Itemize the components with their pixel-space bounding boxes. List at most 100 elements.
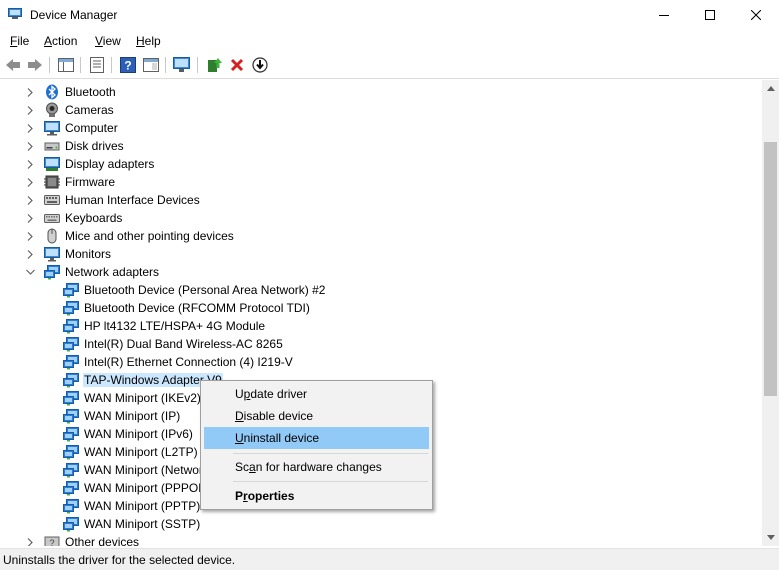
expand-chevron-icon[interactable]	[25, 213, 35, 223]
tree-category-network-adapters[interactable]: Network adapters	[25, 263, 160, 281]
toolbar-separator	[80, 57, 81, 73]
monitor-icon	[44, 246, 60, 262]
tree-device-wan-miniport-pppoe[interactable]: WAN Miniport (PPPOE)	[63, 479, 211, 497]
expand-chevron-icon[interactable]	[25, 195, 35, 205]
tree-item-label: Other devices	[65, 535, 140, 546]
expand-chevron-icon[interactable]	[25, 87, 35, 97]
expand-chevron-icon[interactable]	[25, 141, 35, 151]
tree-category-keyboards[interactable]: Keyboards	[25, 209, 123, 227]
tree-category-firmware[interactable]: Firmware	[25, 173, 116, 191]
scrollbar-thumb[interactable]	[764, 142, 777, 396]
tree-item-label: Network adapters	[65, 265, 160, 279]
toolbar-separator	[111, 57, 112, 73]
tree-category-computer[interactable]: Computer	[25, 119, 119, 137]
tree-item-label: Monitors	[65, 247, 112, 261]
context-uninstall-device-hotkey: U	[235, 431, 244, 445]
menu-view[interactable]: View	[95, 33, 121, 49]
context-menu-separator	[233, 453, 428, 454]
tree-device-wan-miniport-ipv6[interactable]: WAN Miniport (IPv6)	[63, 425, 194, 443]
maximize-button[interactable]	[687, 0, 733, 30]
context-menu: Up date driver Disable device Uninstall d…	[200, 380, 433, 510]
close-button[interactable]	[733, 0, 779, 30]
display-adapter-icon	[44, 156, 60, 172]
tree-category-bluetooth[interactable]: Bluetooth	[25, 83, 117, 101]
context-disable-device-hotkey: D	[235, 409, 244, 423]
tree-item-label: WAN Miniport (IPv6)	[84, 427, 193, 441]
status-bar: Uninstalls the driver for the selected d…	[0, 548, 779, 570]
show-hide-console-tree-icon[interactable]	[56, 55, 76, 75]
expand-chevron-icon[interactable]	[25, 123, 35, 133]
mouse-icon	[44, 228, 60, 244]
scroll-up-arrow-icon[interactable]	[762, 80, 779, 97]
disable-device-icon[interactable]	[250, 55, 270, 75]
tree-device-bluetooth-device-personal-area-network-2[interactable]: Bluetooth Device (Personal Area Network)…	[63, 281, 326, 299]
network-adapter-icon	[63, 444, 79, 460]
menu-action-hotkey: A	[44, 34, 53, 48]
tree-device-bluetooth-device-rfcomm-protocol-tdi[interactable]: Bluetooth Device (RFCOMM Protocol TDI)	[63, 299, 311, 317]
forward-arrow-icon[interactable]	[25, 55, 45, 75]
tree-item-label: Firmware	[65, 175, 115, 189]
back-arrow-icon[interactable]	[3, 55, 23, 75]
menu-action[interactable]: Action	[44, 33, 77, 49]
menu-file[interactable]: File	[10, 33, 29, 49]
action-pane-icon[interactable]	[141, 55, 161, 75]
tree-device-wan-miniport-ip[interactable]: WAN Miniport (IP)	[63, 407, 181, 425]
update-driver-icon[interactable]	[204, 55, 224, 75]
tree-device-intel-r-ethernet-connection-4-i219-v[interactable]: Intel(R) Ethernet Connection (4) I219-V	[63, 353, 294, 371]
keyboard-icon	[44, 210, 60, 226]
expand-chevron-icon[interactable]	[25, 249, 35, 259]
title-bar[interactable]: Device Manager	[0, 0, 779, 30]
tree-item-label: Bluetooth Device (Personal Area Network)…	[84, 283, 326, 297]
properties-sheet-icon[interactable]	[87, 55, 107, 75]
vertical-scrollbar[interactable]	[762, 80, 779, 546]
help-icon[interactable]: ?	[118, 55, 138, 75]
camera-icon	[44, 102, 60, 118]
tree-item-label: Mice and other pointing devices	[65, 229, 234, 243]
expand-chevron-icon[interactable]	[25, 231, 35, 241]
tree-device-wan-miniport-l2tp[interactable]: WAN Miniport (L2TP)	[63, 443, 199, 461]
tree-item-label: Keyboards	[65, 211, 123, 225]
tree-category-disk-drives[interactable]: Disk drives	[25, 137, 125, 155]
minimize-button[interactable]	[641, 0, 687, 30]
expand-chevron-icon[interactable]	[25, 159, 35, 169]
tree-category-other-devices[interactable]: ? Other devices	[25, 533, 140, 546]
tree-category-cameras[interactable]: Cameras	[25, 101, 115, 119]
scan-hardware-icon[interactable]	[172, 55, 192, 75]
context-scan-hardware-hotkey: a	[249, 460, 256, 474]
context-update-driver[interactable]: Up date driver	[204, 383, 429, 405]
context-properties[interactable]: Pr operties	[204, 485, 429, 507]
firmware-icon	[44, 174, 60, 190]
tree-device-tap-windows-adapter-v9[interactable]: TAP-Windows Adapter V9	[63, 371, 223, 389]
tree-category-human-interface-devices[interactable]: Human Interface Devices	[25, 191, 201, 209]
tree-category-mice-and-other-pointing-devices[interactable]: Mice and other pointing devices	[25, 227, 235, 245]
context-scan-hardware-label: Sc	[235, 460, 250, 474]
tree-device-intel-r-dual-band-wireless-ac-8265[interactable]: Intel(R) Dual Band Wireless-AC 8265	[63, 335, 284, 353]
context-disable-device[interactable]: Disable device	[204, 405, 429, 427]
network-adapter-icon	[63, 300, 79, 316]
tree-category-monitors[interactable]: Monitors	[25, 245, 112, 263]
expand-chevron-icon[interactable]	[25, 105, 35, 115]
collapse-chevron-icon[interactable]	[25, 267, 35, 277]
tree-category-display-adapters[interactable]: Display adapters	[25, 155, 155, 173]
tree-item-label: Bluetooth	[65, 85, 116, 99]
scroll-down-arrow-icon[interactable]	[762, 529, 779, 546]
network-adapter-icon	[63, 372, 79, 388]
menu-help[interactable]: Help	[136, 33, 161, 49]
network-adapter-icon	[63, 336, 79, 352]
tree-device-wan-miniport-sstp[interactable]: WAN Miniport (SSTP)	[63, 515, 201, 533]
tree-device-wan-miniport-pptp[interactable]: WAN Miniport (PPTP)	[63, 497, 201, 515]
expand-chevron-icon[interactable]	[25, 177, 35, 187]
network-adapter-icon	[63, 354, 79, 370]
tree-item-label: WAN Miniport (IKEv2)	[84, 391, 201, 405]
context-scan-hardware[interactable]: Sc a n for hardware changes	[204, 456, 429, 478]
tree-device-hp-lt4132-lte-hspa-4g-module[interactable]: HP lt4132 LTE/HSPA+ 4G Module	[63, 317, 266, 335]
tree-device-wan-miniport-ikev2[interactable]: WAN Miniport (IKEv2)	[63, 389, 202, 407]
menu-help-label: elp	[144, 34, 161, 48]
context-uninstall-device-label: ninstall device	[243, 431, 320, 445]
context-update-driver-label: U	[235, 387, 244, 401]
disk-drive-icon	[44, 138, 60, 154]
expand-chevron-icon[interactable]	[25, 537, 35, 546]
context-uninstall-device[interactable]: Uninstall device	[204, 427, 429, 449]
context-properties-label-rest: operties	[247, 489, 295, 503]
uninstall-x-icon[interactable]	[227, 55, 247, 75]
